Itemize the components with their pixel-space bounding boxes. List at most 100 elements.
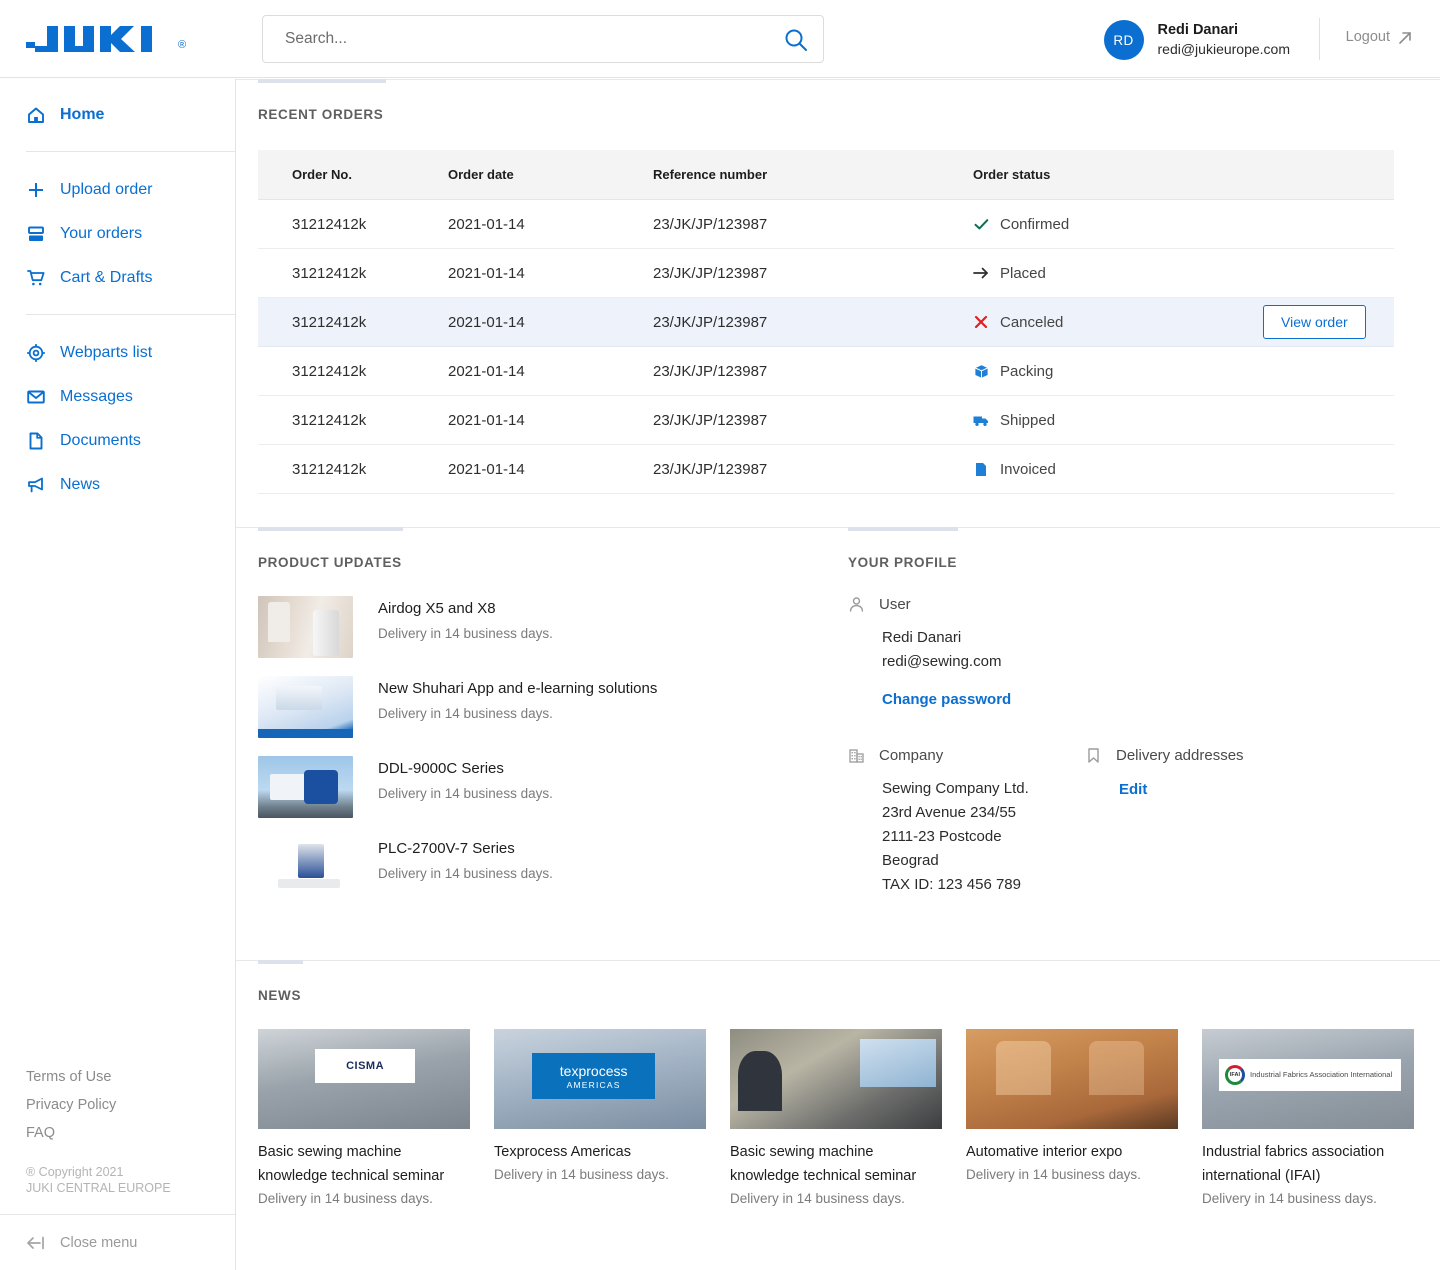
- user-name: Redi Danari: [1157, 21, 1239, 38]
- sidebar-item-label: News: [60, 476, 101, 493]
- profile-company-block: Company Sewing Company Ltd. 23rd Avenue …: [848, 747, 1085, 897]
- footer-link-privacy[interactable]: Privacy Policy: [26, 1091, 171, 1119]
- sidebar-item-home[interactable]: Home: [0, 93, 235, 137]
- news-card[interactable]: IFAI Industrial Fabrics Association Inte…: [1202, 1029, 1414, 1206]
- copyright-block: ® Copyright 2021 JUKI CENTRAL EUROPE: [26, 1164, 171, 1196]
- registered-mark: ®: [178, 39, 187, 51]
- column-header-order-no: Order No.: [258, 150, 448, 200]
- table-row[interactable]: 31212412k 2021-01-14 23/JK/JP/123987: [258, 395, 1394, 445]
- cell-order-no: 31212412k: [258, 199, 448, 249]
- page-header: ® RD Redi Danari redi@jukieurope.com Log…: [0, 0, 1440, 78]
- shopping-cart-icon: [26, 268, 46, 288]
- megaphone-icon: [26, 475, 46, 495]
- truck-icon: [973, 412, 989, 428]
- cell-order-no: 31212412k: [258, 444, 448, 494]
- box-icon: [973, 363, 989, 379]
- news-card[interactable]: Basic sewing machine knowledge technical…: [730, 1029, 942, 1206]
- footer-link-terms[interactable]: Terms of Use: [26, 1063, 171, 1091]
- bookmark-icon: [1085, 747, 1102, 764]
- search-icon[interactable]: [783, 27, 809, 53]
- sidebar-item-label: Home: [60, 106, 105, 123]
- user-account-block[interactable]: RD Redi Danari redi@jukieurope.com: [1103, 18, 1290, 62]
- sidebar-item-upload-order[interactable]: Upload order: [0, 168, 235, 212]
- list-item[interactable]: New Shuhari App and e-learning solutions…: [258, 676, 848, 756]
- column-header-reference: Reference number: [653, 150, 973, 200]
- product-subtitle: Delivery in 14 business days.: [378, 866, 553, 881]
- section-rule-mid: [236, 527, 1440, 531]
- profile-delivery-block: Delivery addresses Edit: [1085, 747, 1365, 897]
- stacked-rows-icon: [26, 224, 46, 244]
- sidebar-item-label: Cart & Drafts: [60, 269, 153, 286]
- product-thumbnail: [258, 836, 353, 898]
- ifai-logo: IFAI Industrial Fabrics Association Inte…: [1218, 1059, 1402, 1091]
- table-row[interactable]: 31212412k 2021-01-14 23/JK/JP/123987: [258, 248, 1394, 298]
- list-item[interactable]: PLC-2700V-7 Series Delivery in 14 busine…: [258, 836, 848, 916]
- status-label: Shipped: [1000, 411, 1056, 429]
- person-icon: [848, 596, 865, 613]
- list-item[interactable]: Airdog X5 and X8 Delivery in 14 business…: [258, 596, 848, 676]
- cell-reference: 23/JK/JP/123987: [653, 248, 973, 298]
- change-password-link[interactable]: Change password: [882, 691, 1011, 708]
- sidebar-item-news[interactable]: News: [0, 463, 235, 507]
- avatar: RD: [1103, 20, 1144, 60]
- company-line: TAX ID: 123 456 789: [882, 876, 1021, 893]
- cell-status: Invoiced: [973, 444, 1263, 494]
- edit-delivery-addresses-link[interactable]: Edit: [1119, 781, 1147, 798]
- sidebar: Home Upload order Your orders Cart & Dra…: [0, 79, 236, 1270]
- logout-button[interactable]: Logout: [1346, 29, 1412, 45]
- cell-status: Packing: [973, 346, 1263, 396]
- table-row[interactable]: 31212412k 2021-01-14 23/JK/JP/123987 Con…: [258, 199, 1394, 249]
- news-card-title: Texprocess Americas: [494, 1144, 631, 1160]
- texprocess-logo-line2: AMERICAS: [566, 1079, 621, 1090]
- list-item[interactable]: DDL-9000C Series Delivery in 14 business…: [258, 756, 848, 836]
- external-link-arrow-icon: [1399, 31, 1411, 44]
- page-title: RECENT ORDERS: [258, 107, 384, 122]
- product-subtitle: Delivery in 14 business days.: [378, 786, 553, 801]
- juki-logo[interactable]: ®: [26, 20, 206, 58]
- news-title: NEWS: [258, 988, 302, 1003]
- sidebar-group-primary: Home: [0, 79, 235, 151]
- cell-action: View order: [1263, 297, 1394, 347]
- sidebar-item-documents[interactable]: Documents: [0, 419, 235, 463]
- copyright-line-1: ® Copyright 2021: [26, 1165, 124, 1179]
- cell-action: [1263, 395, 1394, 445]
- news-card-subtitle: Delivery in 14 business days.: [966, 1167, 1141, 1182]
- product-title: PLC-2700V-7 Series: [378, 840, 515, 857]
- sidebar-item-webparts-list[interactable]: Webparts list: [0, 331, 235, 375]
- news-thumbnail: IFAI Industrial Fabrics Association Inte…: [1202, 1029, 1414, 1129]
- news-card[interactable]: CISMA Basic sewing machine knowledge tec…: [258, 1029, 470, 1206]
- cell-order-date: 2021-01-14: [448, 199, 653, 249]
- search-box[interactable]: [262, 15, 824, 63]
- table-row[interactable]: 31212412k 2021-01-14 23/JK/JP/123987: [258, 297, 1394, 347]
- section-accent-bar-product: [258, 527, 403, 531]
- section-accent-bar-news: [258, 960, 303, 964]
- sidebar-item-your-orders[interactable]: Your orders: [0, 212, 235, 256]
- arrow-right-icon: [973, 265, 989, 281]
- close-menu-button[interactable]: Close menu: [0, 1214, 235, 1270]
- sidebar-item-cart-drafts[interactable]: Cart & Drafts: [0, 256, 235, 300]
- juki-portal-page: ® RD Redi Danari redi@jukieurope.com Log…: [0, 0, 1440, 1270]
- footer-link-faq[interactable]: FAQ: [26, 1119, 171, 1147]
- gear-icon: [26, 343, 46, 363]
- invoice-icon: [973, 461, 989, 477]
- cell-action: [1263, 444, 1394, 494]
- table-row[interactable]: 31212412k 2021-01-14 23/JK/JP/123987: [258, 346, 1394, 396]
- profile-lower-columns: Company Sewing Company Ltd. 23rd Avenue …: [848, 747, 1408, 897]
- section-accent-bar: [258, 79, 386, 83]
- table-row[interactable]: 31212412k 2021-01-14 23/JK/JP/123987 Inv…: [258, 444, 1394, 494]
- check-icon: [973, 216, 989, 232]
- news-thumbnail: CISMA: [258, 1029, 470, 1129]
- cell-order-date: 2021-01-14: [448, 444, 653, 494]
- view-order-button[interactable]: View order: [1263, 305, 1366, 339]
- sidebar-item-messages[interactable]: Messages: [0, 375, 235, 419]
- mid-band: PRODUCT UPDATES Airdog X5 and X8 Deliver…: [236, 528, 1440, 916]
- news-card[interactable]: Automative interior expo Delivery in 14 …: [966, 1029, 1178, 1206]
- cell-order-date: 2021-01-14: [448, 395, 653, 445]
- news-thumbnail: texprocess AMERICAS: [494, 1029, 706, 1129]
- product-thumbnail: [258, 676, 353, 738]
- search-input[interactable]: [263, 16, 763, 62]
- news-card-title: Basic sewing machine knowledge technical…: [730, 1144, 917, 1184]
- news-card-title: Basic sewing machine knowledge technical…: [258, 1144, 445, 1184]
- news-card[interactable]: texprocess AMERICAS Texprocess Americas …: [494, 1029, 706, 1206]
- profile-title: YOUR PROFILE: [848, 555, 958, 570]
